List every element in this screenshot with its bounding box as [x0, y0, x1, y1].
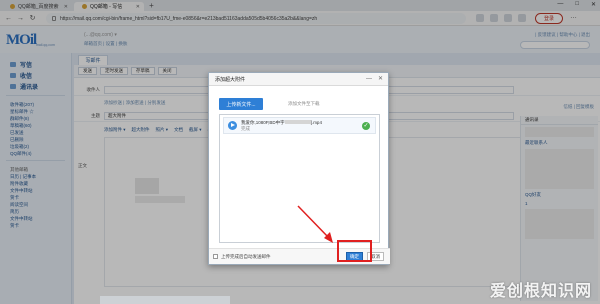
upload-new-file-button[interactable]: 上传新文件... [219, 98, 263, 110]
upload-hint[interactable]: 添加文件至下载 [288, 101, 320, 107]
file-list: 我爱你,1080P,BD中字 ].mp4 完成 ✓ [219, 114, 380, 243]
auto-send-checkbox[interactable] [213, 254, 218, 259]
blurred-content [284, 120, 311, 125]
dialog-title: 添加超大附件 [215, 76, 246, 83]
file-name-prefix: 我爱你,1080P,BD中字 [241, 119, 285, 125]
large-attachment-dialog: 添加超大附件 — ✕ 上传新文件... 添加文件至下载 我爱你,1080P,BD… [208, 72, 390, 265]
minimize-icon[interactable]: — [366, 76, 372, 82]
highlight-box [337, 240, 372, 262]
file-item[interactable]: 我爱你,1080P,BD中字 ].mp4 完成 ✓ [223, 117, 376, 134]
blurred-content [100, 296, 230, 304]
auto-send-label: 上传完成后自动发送邮件 [221, 254, 271, 259]
file-status: 完成 [241, 125, 250, 131]
close-icon[interactable]: ✕ [378, 76, 383, 82]
file-name-suffix: ].mp4 [310, 119, 322, 125]
dialog-title-bar: 添加超大附件 — ✕ [209, 73, 388, 86]
watermark: 爱创根知识网 [489, 281, 592, 300]
checkmark-icon: ✓ [362, 122, 370, 130]
video-file-icon [228, 121, 237, 130]
